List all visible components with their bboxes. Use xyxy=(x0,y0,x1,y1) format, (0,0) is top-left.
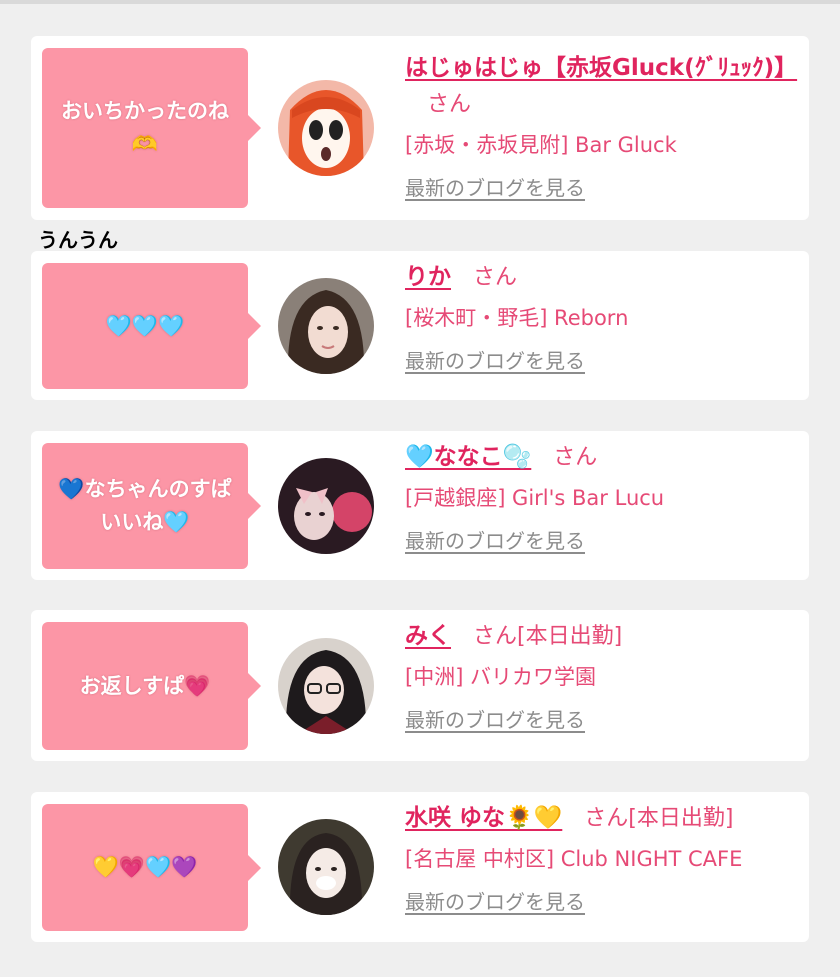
latest-blog-link[interactable]: 最新のブログを見る xyxy=(405,346,585,376)
message-bubble: お返しすぱ💗 xyxy=(42,622,261,750)
message-text: おいちかったのね🫶 xyxy=(61,99,229,156)
name-suffix: さん xyxy=(427,92,472,117)
name-suffix: さん xyxy=(473,265,518,290)
top-divider xyxy=(0,0,840,4)
avatar[interactable] xyxy=(278,80,374,176)
user-name-link[interactable]: 🩵ななこ🫧 xyxy=(405,444,531,470)
shop-info: [名古屋 中村区] Club NIGHT CAFE xyxy=(405,847,743,871)
avatar[interactable] xyxy=(278,458,374,554)
user-name-link[interactable]: みく xyxy=(405,623,451,649)
latest-blog-link[interactable]: 最新のブログを見る xyxy=(405,173,585,203)
message-text: お返しすぱ💗 xyxy=(79,673,211,698)
shop-info: [桜木町・野毛] Reborn xyxy=(405,306,629,330)
message-bubble: おいちかったのね🫶 xyxy=(42,48,261,208)
message-card: 🩵🩵🩵 りか さん [桜木町・野毛] Reborn 最新のブログを見る xyxy=(31,251,809,400)
avatar[interactable] xyxy=(278,278,374,374)
name-suffix: さん[本日出勤] xyxy=(473,624,623,649)
message-card: 💙なちゃんのすぱいいね🩵 🩵ななこ🫧 さん [戸越銀座] Girl's Bar L… xyxy=(31,431,809,580)
latest-blog-link[interactable]: 最新のブログを見る xyxy=(405,887,585,917)
message-card: 💛💗🩵💜 水咲 ゆな🌻💛 さん[本日出勤] [名古屋 中村区] Club NIGH… xyxy=(31,792,809,942)
latest-blog-link[interactable]: 最新のブログを見る xyxy=(405,705,585,735)
message-bubble: 💙なちゃんのすぱいいね🩵 xyxy=(42,443,261,569)
post-info: はじゅはじゅ【赤坂Gluck(ｸﾞﾘｭｯｸ)】さん [赤坂・赤坂見附] Bar … xyxy=(405,50,797,203)
post-info: みく さん[本日出勤] [中洲] バリカワ学園 最新のブログを見る xyxy=(405,618,797,735)
user-name-link[interactable]: 水咲 ゆな🌻💛 xyxy=(405,805,562,831)
post-info: りか さん [桜木町・野毛] Reborn 最新のブログを見る xyxy=(405,259,797,376)
shop-info: [赤坂・赤坂見附] Bar Gluck xyxy=(405,133,677,157)
message-card: おいちかったのね🫶 はじゅはじゅ【赤坂Gluck(ｸﾞﾘｭｯｸ)】さん [赤坂・… xyxy=(31,36,809,220)
avatar[interactable] xyxy=(278,819,374,915)
latest-blog-link[interactable]: 最新のブログを見る xyxy=(405,526,585,556)
shop-info: [戸越銀座] Girl's Bar Lucu xyxy=(405,486,665,510)
message-text: 💛💗🩵💜 xyxy=(92,855,198,879)
user-name-link[interactable]: はじゅはじゅ【赤坂Gluck(ｸﾞﾘｭｯｸ)】 xyxy=(405,55,797,81)
name-suffix: さん[本日出勤] xyxy=(584,806,734,831)
note-text: うんうん xyxy=(38,228,118,252)
message-card: お返しすぱ💗 みく さん[本日出勤] [中洲] バリカワ学園 最新のブログを見る xyxy=(31,610,809,761)
message-bubble: 🩵🩵🩵 xyxy=(42,263,261,389)
shop-info: [中洲] バリカワ学園 xyxy=(405,665,597,689)
post-info: 水咲 ゆな🌻💛 さん[本日出勤] [名古屋 中村区] Club NIGHT CAF… xyxy=(405,800,797,917)
message-bubble: 💛💗🩵💜 xyxy=(42,804,261,931)
post-info: 🩵ななこ🫧 さん [戸越銀座] Girl's Bar Lucu 最新のブログを見る xyxy=(405,439,797,556)
message-text: 🩵🩵🩵 xyxy=(105,313,185,338)
name-suffix: さん xyxy=(553,445,598,470)
avatar[interactable] xyxy=(278,638,374,734)
user-name-link[interactable]: りか xyxy=(405,264,451,290)
message-text: 💙なちゃんのすぱいいね🩵 xyxy=(58,477,232,534)
